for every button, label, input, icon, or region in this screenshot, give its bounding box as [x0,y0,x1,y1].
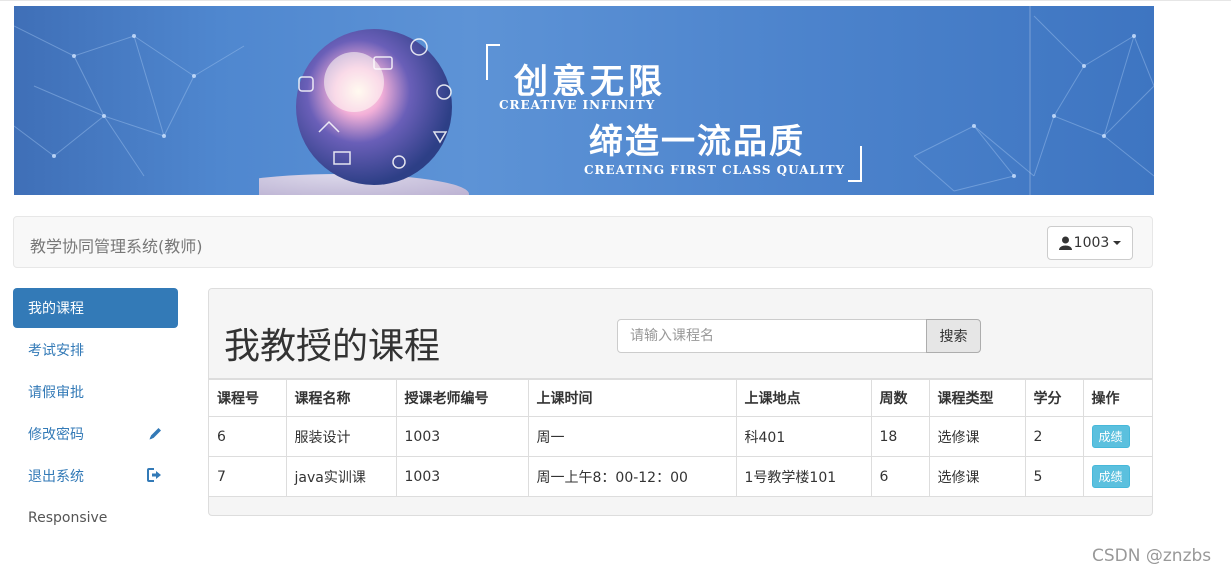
column-header: 操作 [1082,379,1152,417]
sidebar-item-my-courses[interactable]: 我的课程 [13,288,178,328]
sidebar-item-label: 修改密码 [28,427,84,443]
user-icon [1058,236,1072,250]
watermark: CSDN @znzbs [1092,546,1212,566]
pencil-icon [149,428,161,440]
cell-action: 成绩 [1082,416,1152,457]
column-header: 周数 [870,379,930,417]
bracket-right-decoration [848,146,862,182]
table-header-row: 课程号 课程名称 授课老师编号 上课时间 上课地点 周数 课程类型 学分 操作 [209,379,1152,417]
cell-teacher-id: 1003 [395,416,529,457]
column-header: 课程类型 [928,379,1026,417]
bracket-left-decoration [486,44,500,80]
cell-course-type: 选修课 [928,456,1026,497]
column-header: 课程号 [209,379,287,417]
cell-course-type: 选修课 [928,416,1026,457]
banner-slogan-sub-en: CREATING FIRST CLASS QUALITY [584,163,846,177]
column-header: 上课地点 [735,379,872,417]
banner-slogan-main: 创意无限 [514,62,666,102]
user-id-label: 1003 [1073,235,1110,251]
table-row: 7 java实训课 1003 周一上午8：00-12：00 1号教学楼101 6… [209,456,1152,497]
sidebar-item-label: 我的课程 [28,301,84,317]
cell-credit: 5 [1024,456,1084,497]
sidebar-item-label: 退出系统 [28,469,84,485]
sidebar-item-responsive: Responsive [13,498,178,538]
navbar-brand[interactable]: 教学协同管理系统(教师) [30,233,203,257]
sidebar-item-leave-approval[interactable]: 请假审批 [13,372,178,412]
column-header: 上课时间 [527,379,737,417]
sidebar-item-label: Responsive [28,510,108,526]
panel-header: 我教授的课程 搜索 [209,289,1152,379]
cell-action: 成绩 [1082,456,1152,497]
navbar: 教学协同管理系统(教师) 1003 [13,216,1153,268]
courses-panel: 我教授的课程 搜索 课程号 课程名称 授课老师编号 上课时间 上课地点 周数 课… [208,288,1153,516]
cell-class-time: 周一 [527,416,737,457]
cell-weeks: 18 [870,416,930,457]
column-header: 授课老师编号 [395,379,529,417]
top-border [0,0,1231,4]
cell-course-id: 6 [209,416,287,457]
sidebar-item-exam-schedule[interactable]: 考试安排 [13,330,178,370]
cell-class-place: 1号教学楼101 [735,456,872,497]
cell-course-name: 服装设计 [285,416,397,457]
table-row: 6 服装设计 1003 周一 科401 18 选修课 2 成绩 [209,416,1152,457]
sidebar-item-change-password[interactable]: 修改密码 [13,414,178,454]
cell-teacher-id: 1003 [395,456,529,497]
logout-icon [147,468,161,482]
search-button[interactable]: 搜索 [926,319,981,353]
cell-credit: 2 [1024,416,1084,457]
cell-weeks: 6 [870,456,930,497]
grades-button[interactable]: 成绩 [1091,425,1130,448]
globe-illustration [259,29,469,195]
grades-button[interactable]: 成绩 [1091,465,1130,488]
column-header: 课程名称 [285,379,397,417]
banner: 创意无限 CREATIVE INFINITY 缔造一流品质 CREATING F… [14,6,1154,195]
user-dropdown-button[interactable]: 1003 [1047,226,1133,260]
sidebar-item-label: 请假审批 [28,385,84,401]
page-title: 我教授的课程 [224,326,441,367]
column-header: 学分 [1024,379,1084,417]
cell-course-id: 7 [209,456,287,497]
cell-class-place: 科401 [735,416,872,457]
banner-slogan-sub: 缔造一流品质 [589,122,805,162]
sidebar-item-label: 考试安排 [28,343,84,359]
caret-down-icon [1113,241,1122,245]
cell-class-time: 周一上午8：00-12：00 [527,456,737,497]
courses-table: 课程号 课程名称 授课老师编号 上课时间 上课地点 周数 课程类型 学分 操作 … [209,379,1152,497]
sidebar-item-logout[interactable]: 退出系统 [13,456,178,496]
sidebar: 我的课程 考试安排 请假审批 修改密码 退出系统 Responsive [13,288,178,540]
cell-course-name: java实训课 [285,456,397,497]
banner-slogan-main-en: CREATIVE INFINITY [499,98,656,112]
course-search-input[interactable] [617,319,927,353]
